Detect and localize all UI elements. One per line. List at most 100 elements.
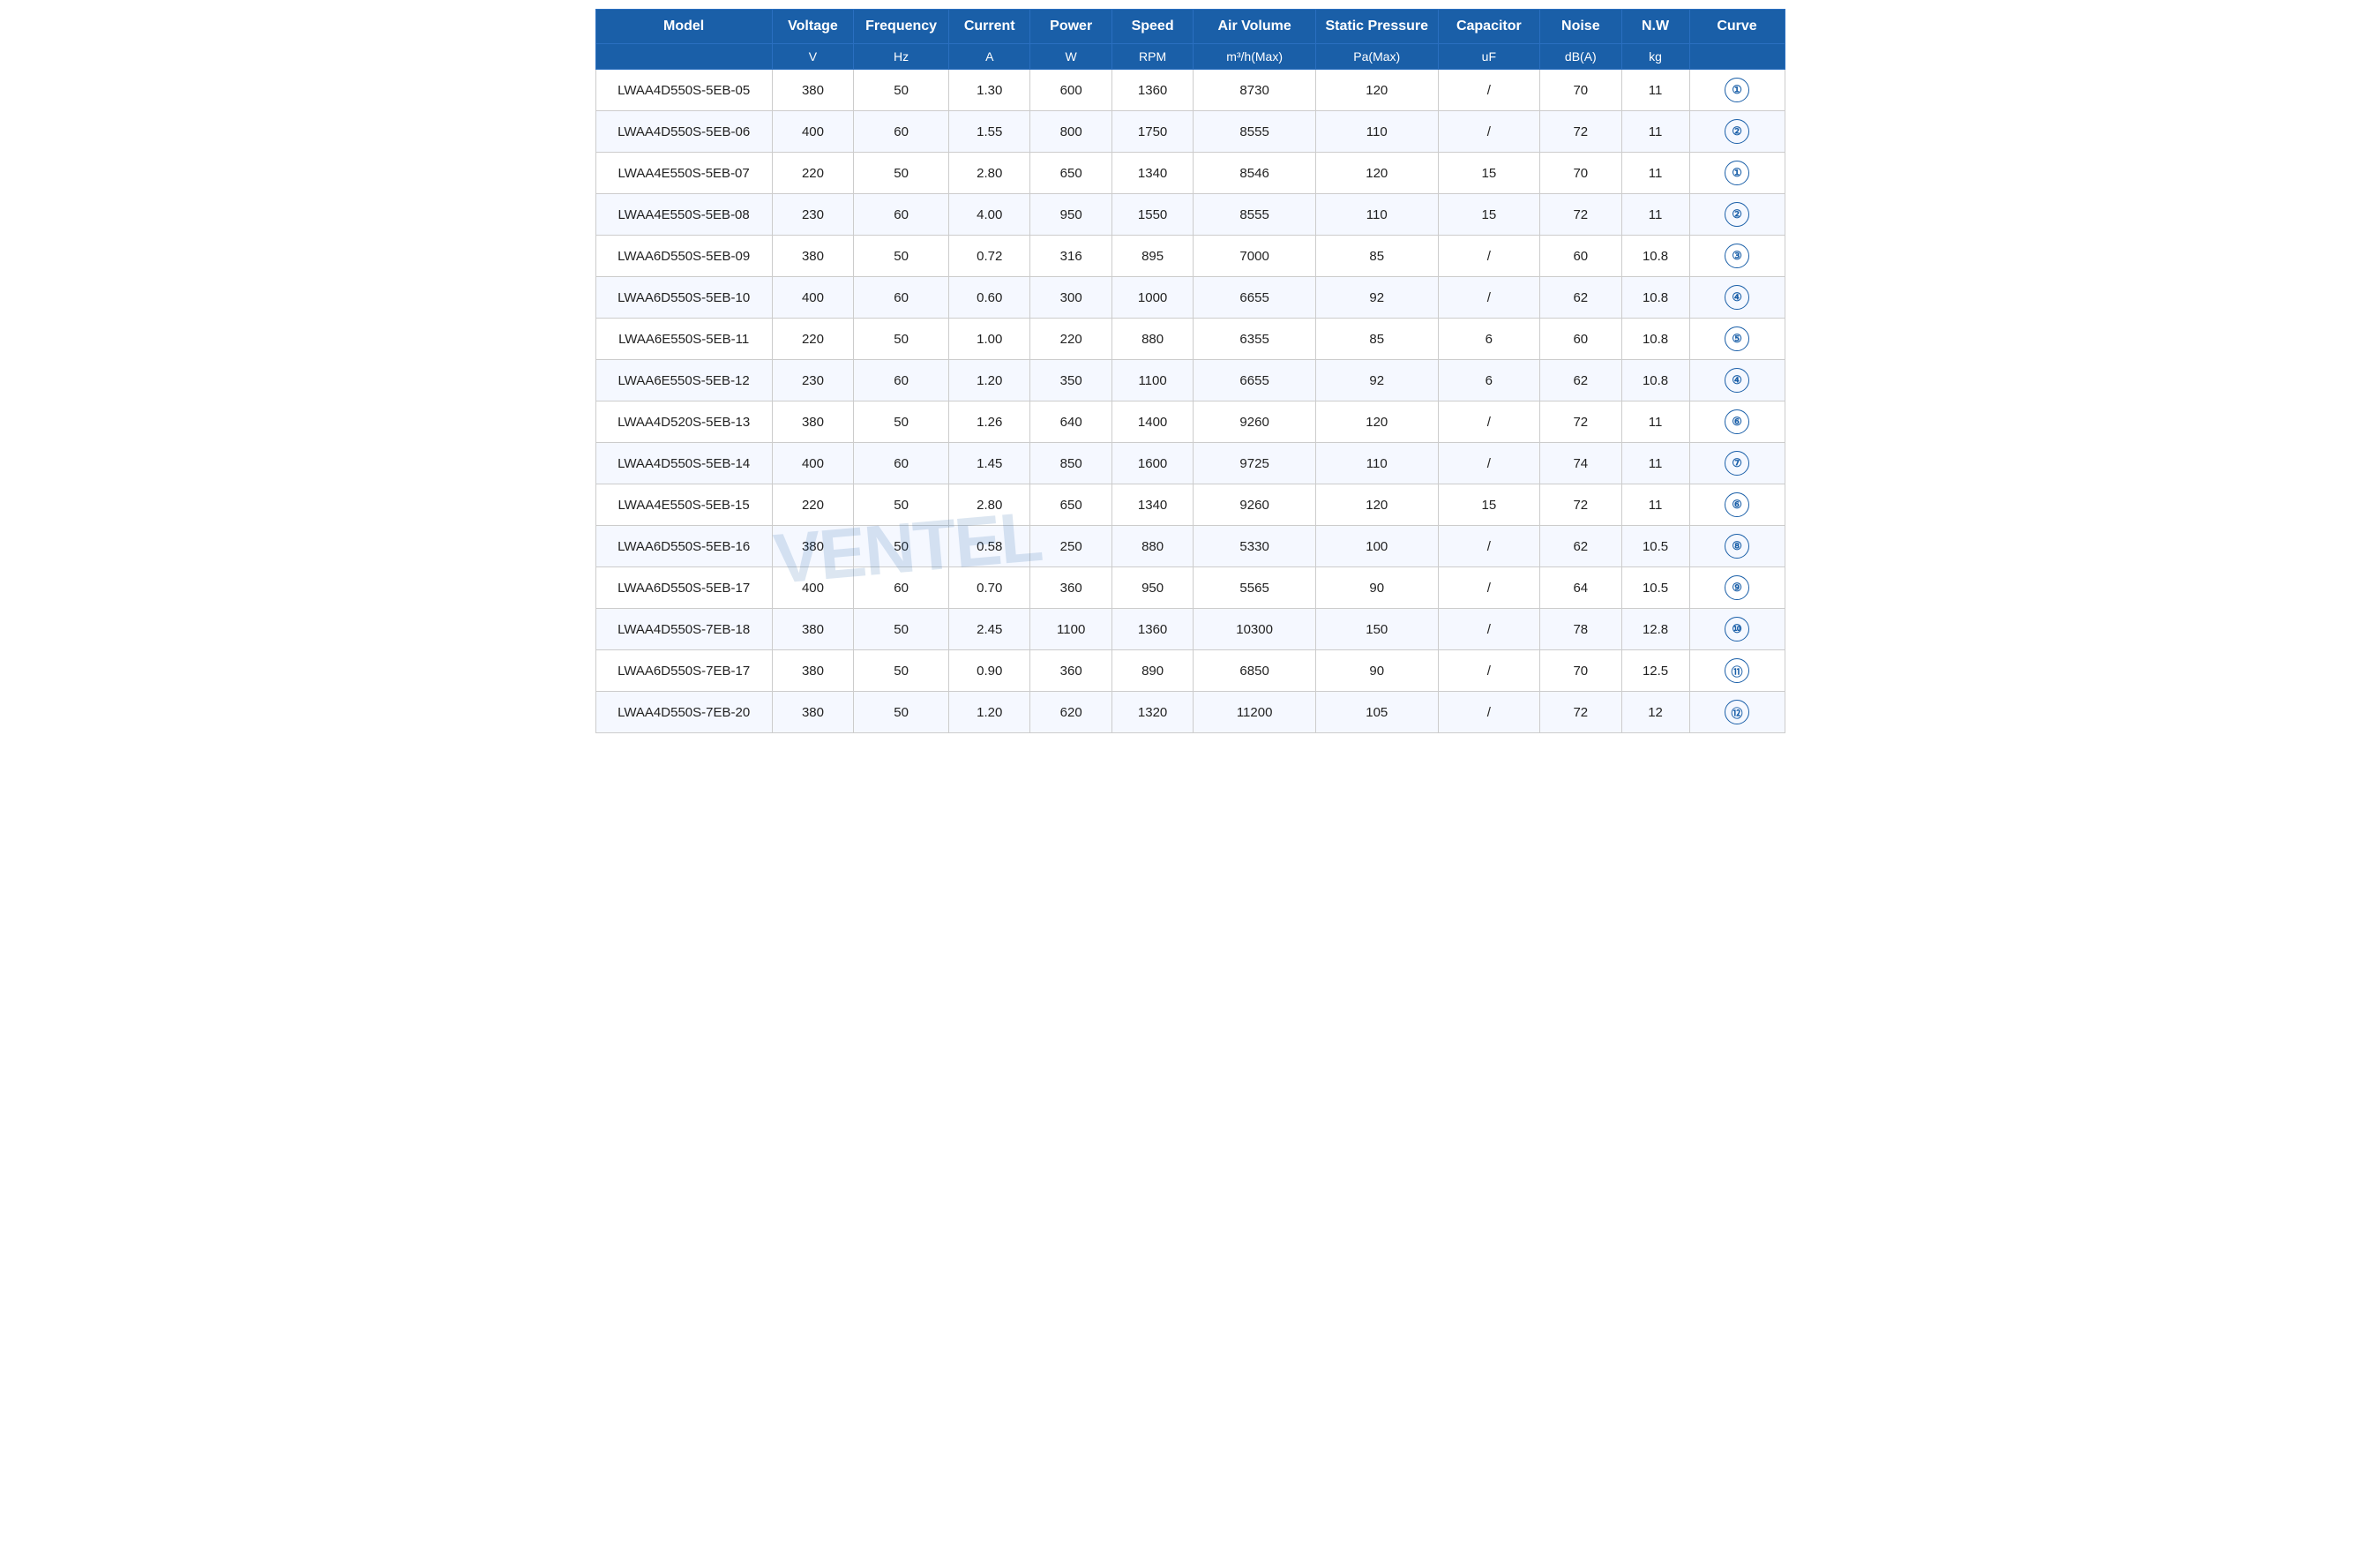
cell-nw: 11 (1621, 70, 1689, 111)
header-capacitor-unit: uF (1438, 44, 1540, 70)
table-row: LWAA6D550S-5EB-17400600.70360950556590/6… (595, 567, 1785, 609)
cell-noise: 70 (1540, 153, 1621, 194)
cell-noise: 78 (1540, 609, 1621, 650)
cell-power: 650 (1030, 484, 1111, 526)
cell-capacitor: 15 (1438, 153, 1540, 194)
cell-current: 0.90 (949, 650, 1030, 692)
cell-airvolume: 6850 (1194, 650, 1316, 692)
cell-voltage: 380 (772, 609, 853, 650)
cell-capacitor: / (1438, 526, 1540, 567)
cell-power: 640 (1030, 401, 1111, 443)
main-table: Model Voltage Frequency Current Power Sp… (595, 9, 1785, 733)
curve-number: ⑫ (1725, 700, 1749, 724)
cell-power: 220 (1030, 319, 1111, 360)
cell-speed: 1600 (1111, 443, 1193, 484)
curve-number: ② (1725, 119, 1749, 144)
cell-frequency: 50 (854, 153, 949, 194)
table-wrapper: VENTEL Model Voltage Frequency Current P… (595, 9, 1785, 733)
curve-number: ④ (1725, 285, 1749, 310)
cell-staticpressure: 85 (1315, 236, 1438, 277)
cell-curve: ⑩ (1689, 609, 1785, 650)
cell-capacitor: / (1438, 401, 1540, 443)
cell-staticpressure: 90 (1315, 650, 1438, 692)
cell-nw: 10.5 (1621, 526, 1689, 567)
table-row: LWAA4D550S-5EB-14400601.4585016009725110… (595, 443, 1785, 484)
header-staticpressure: Static Pressure (1315, 10, 1438, 44)
cell-capacitor: 15 (1438, 484, 1540, 526)
cell-model: LWAA4E550S-5EB-07 (595, 153, 772, 194)
cell-curve: ③ (1689, 236, 1785, 277)
cell-speed: 1100 (1111, 360, 1193, 401)
cell-noise: 60 (1540, 236, 1621, 277)
cell-voltage: 400 (772, 567, 853, 609)
cell-voltage: 230 (772, 360, 853, 401)
table-row: LWAA6E550S-5EB-12230601.2035011006655926… (595, 360, 1785, 401)
cell-staticpressure: 120 (1315, 153, 1438, 194)
cell-curve: ⑦ (1689, 443, 1785, 484)
cell-noise: 72 (1540, 484, 1621, 526)
cell-airvolume: 7000 (1194, 236, 1316, 277)
curve-number: ⑧ (1725, 534, 1749, 559)
cell-curve: ① (1689, 153, 1785, 194)
cell-frequency: 50 (854, 609, 949, 650)
cell-noise: 64 (1540, 567, 1621, 609)
cell-noise: 62 (1540, 277, 1621, 319)
cell-airvolume: 8730 (1194, 70, 1316, 111)
cell-speed: 1360 (1111, 70, 1193, 111)
cell-nw: 11 (1621, 153, 1689, 194)
cell-current: 1.55 (949, 111, 1030, 153)
header-speed: Speed (1111, 10, 1193, 44)
cell-airvolume: 10300 (1194, 609, 1316, 650)
cell-speed: 1400 (1111, 401, 1193, 443)
cell-speed: 1360 (1111, 609, 1193, 650)
cell-capacitor: / (1438, 609, 1540, 650)
curve-number: ⑦ (1725, 451, 1749, 476)
cell-model: LWAA6D550S-7EB-17 (595, 650, 772, 692)
cell-airvolume: 9260 (1194, 484, 1316, 526)
cell-staticpressure: 110 (1315, 194, 1438, 236)
cell-model: LWAA4D550S-5EB-06 (595, 111, 772, 153)
header-current-unit: A (949, 44, 1030, 70)
cell-voltage: 400 (772, 277, 853, 319)
cell-noise: 72 (1540, 111, 1621, 153)
cell-frequency: 50 (854, 319, 949, 360)
table-row: LWAA6D550S-5EB-10400600.603001000665592/… (595, 277, 1785, 319)
cell-capacitor: 6 (1438, 319, 1540, 360)
cell-current: 1.20 (949, 692, 1030, 733)
cell-capacitor: / (1438, 70, 1540, 111)
header-capacitor: Capacitor (1438, 10, 1540, 44)
curve-number: ⑤ (1725, 326, 1749, 351)
cell-model: LWAA4D550S-5EB-05 (595, 70, 772, 111)
curve-number: ② (1725, 202, 1749, 227)
cell-curve: ⑪ (1689, 650, 1785, 692)
cell-current: 0.58 (949, 526, 1030, 567)
header-nw: N.W (1621, 10, 1689, 44)
curve-number: ① (1725, 78, 1749, 102)
table-row: LWAA4E550S-5EB-08230604.0095015508555110… (595, 194, 1785, 236)
cell-power: 316 (1030, 236, 1111, 277)
cell-staticpressure: 100 (1315, 526, 1438, 567)
cell-voltage: 380 (772, 692, 853, 733)
cell-current: 2.80 (949, 153, 1030, 194)
header-current: Current (949, 10, 1030, 44)
header-nw-unit: kg (1621, 44, 1689, 70)
cell-capacitor: / (1438, 692, 1540, 733)
cell-staticpressure: 110 (1315, 443, 1438, 484)
cell-nw: 12.5 (1621, 650, 1689, 692)
header-voltage: Voltage (772, 10, 853, 44)
cell-capacitor: / (1438, 236, 1540, 277)
cell-power: 360 (1030, 650, 1111, 692)
header-voltage-unit: V (772, 44, 853, 70)
cell-curve: ⑨ (1689, 567, 1785, 609)
cell-speed: 895 (1111, 236, 1193, 277)
cell-current: 1.45 (949, 443, 1030, 484)
cell-staticpressure: 85 (1315, 319, 1438, 360)
cell-curve: ⑤ (1689, 319, 1785, 360)
cell-frequency: 60 (854, 443, 949, 484)
cell-speed: 950 (1111, 567, 1193, 609)
cell-noise: 62 (1540, 526, 1621, 567)
table-row: LWAA6D550S-5EB-16380500.582508805330100/… (595, 526, 1785, 567)
cell-staticpressure: 120 (1315, 401, 1438, 443)
header-row-1: Model Voltage Frequency Current Power Sp… (595, 10, 1785, 44)
cell-airvolume: 8546 (1194, 153, 1316, 194)
